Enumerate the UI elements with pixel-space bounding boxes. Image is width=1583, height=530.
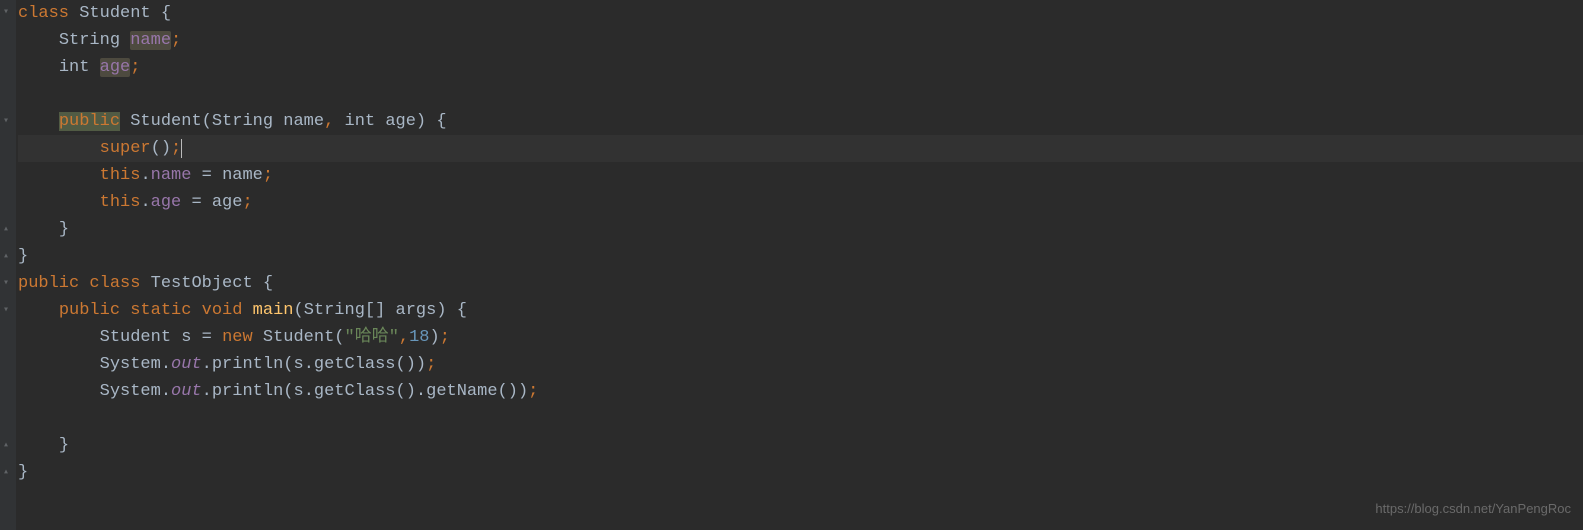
class-ref: System xyxy=(100,355,161,374)
code-line-empty[interactable] xyxy=(18,405,1583,432)
class-name: Student xyxy=(79,4,150,23)
method-call: getName xyxy=(426,382,497,401)
keyword: this xyxy=(100,166,141,185)
method-call: println xyxy=(212,355,283,374)
keyword: static xyxy=(130,301,191,320)
fold-marker-icon[interactable]: ▾ xyxy=(3,8,13,18)
keyword: this xyxy=(100,193,141,212)
method-call: getClass xyxy=(314,355,396,374)
code-line[interactable]: Student s = new Student("哈哈",18); xyxy=(18,324,1583,351)
code-line[interactable]: public Student(String name, int age) { xyxy=(18,108,1583,135)
param: name xyxy=(283,112,324,131)
method-call: getClass xyxy=(314,382,396,401)
param: name xyxy=(222,166,263,185)
param: age xyxy=(385,112,416,131)
brace: } xyxy=(18,247,28,266)
gutter: ▾ ▾ ▴ ▴ ▾ ▾ ▴ ▴ xyxy=(0,0,16,530)
code-line[interactable]: int age; xyxy=(18,54,1583,81)
code-line[interactable]: System.out.println(s.getClass().getName(… xyxy=(18,378,1583,405)
code-line[interactable]: class Student { xyxy=(18,0,1583,27)
code-line[interactable]: this.age = age; xyxy=(18,189,1583,216)
variable: s xyxy=(293,355,303,374)
fold-marker-icon[interactable]: ▴ xyxy=(3,225,13,235)
fold-marker-icon[interactable]: ▴ xyxy=(3,468,13,478)
code-line[interactable]: System.out.println(s.getClass()); xyxy=(18,351,1583,378)
brace: } xyxy=(59,436,69,455)
constructor-call: Student xyxy=(263,328,334,347)
fold-marker-icon[interactable]: ▾ xyxy=(3,279,13,289)
class-ref: System xyxy=(100,382,161,401)
keyword: class xyxy=(18,4,69,23)
constructor-name: Student xyxy=(130,112,201,131)
keyword: public xyxy=(18,274,79,293)
type: int xyxy=(345,112,376,131)
field: age xyxy=(100,58,131,77)
fold-marker-icon[interactable]: ▾ xyxy=(3,306,13,316)
type: int xyxy=(59,58,90,77)
keyword: new xyxy=(222,328,253,347)
semicolon: ; xyxy=(130,58,140,77)
code-line[interactable]: } xyxy=(18,432,1583,459)
string-literal: "哈哈" xyxy=(345,328,399,347)
field: name xyxy=(151,166,192,185)
watermark: https://blog.csdn.net/YanPengRoc xyxy=(1375,495,1571,522)
code-line-empty[interactable] xyxy=(18,81,1583,108)
code-line[interactable]: } xyxy=(18,243,1583,270)
code-line[interactable]: this.name = name; xyxy=(18,162,1583,189)
fold-marker-icon[interactable]: ▴ xyxy=(3,441,13,451)
variable: s xyxy=(293,382,303,401)
code-line[interactable]: String name; xyxy=(18,27,1583,54)
param: args xyxy=(396,301,437,320)
method-name: main xyxy=(253,301,294,320)
code-area[interactable]: class Student { String name; int age; pu… xyxy=(16,0,1583,530)
brace: } xyxy=(18,463,28,482)
keyword: public xyxy=(59,112,120,131)
keyword: void xyxy=(202,301,243,320)
code-line[interactable]: public class TestObject { xyxy=(18,270,1583,297)
field: age xyxy=(151,193,182,212)
keyword: public xyxy=(59,301,120,320)
code-line-current[interactable]: super(); xyxy=(18,135,1583,162)
code-line[interactable]: } xyxy=(18,216,1583,243)
variable: s xyxy=(181,328,191,347)
static-field: out xyxy=(171,382,202,401)
keyword: super xyxy=(100,139,151,158)
code-line[interactable]: } xyxy=(18,459,1583,486)
param: age xyxy=(212,193,243,212)
class-name: TestObject xyxy=(151,274,253,293)
caret-icon xyxy=(181,139,182,158)
type: String xyxy=(59,31,120,50)
brace: { xyxy=(151,4,171,23)
keyword: class xyxy=(89,274,140,293)
type: String xyxy=(212,112,273,131)
method-call: println xyxy=(212,382,283,401)
code-editor[interactable]: ▾ ▾ ▴ ▴ ▾ ▾ ▴ ▴ class Student { String n… xyxy=(0,0,1583,530)
type: Student xyxy=(100,328,171,347)
code-line[interactable]: public static void main(String[] args) { xyxy=(18,297,1583,324)
type: String[] xyxy=(304,301,386,320)
static-field: out xyxy=(171,355,202,374)
fold-marker-icon[interactable]: ▾ xyxy=(3,117,13,127)
brace: } xyxy=(59,220,69,239)
fold-marker-icon[interactable]: ▴ xyxy=(3,252,13,262)
number-literal: 18 xyxy=(409,328,429,347)
field: name xyxy=(130,31,171,50)
semicolon: ; xyxy=(171,31,181,50)
